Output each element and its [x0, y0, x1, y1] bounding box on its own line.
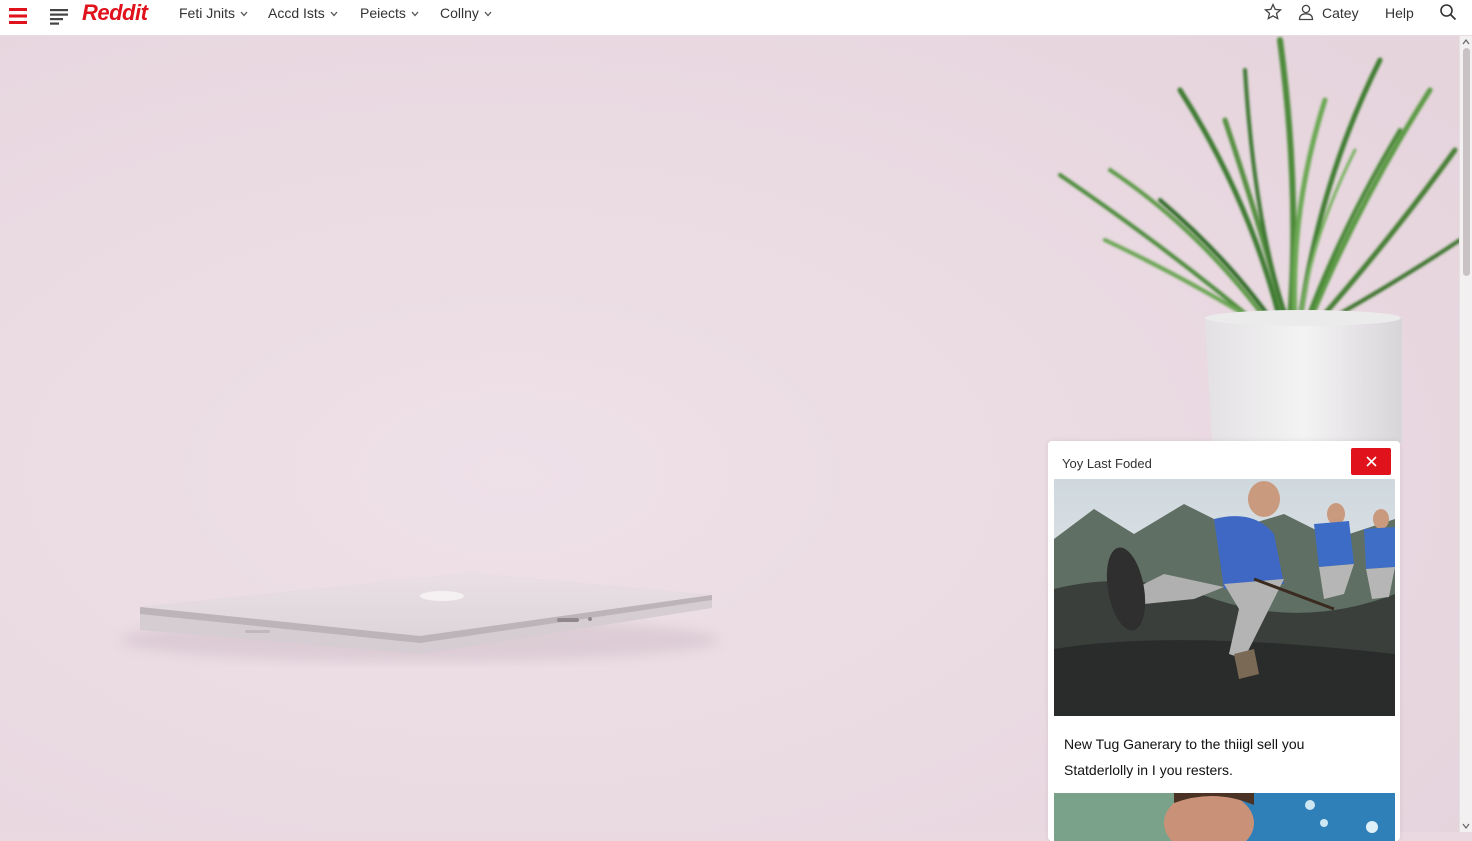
nav-item-3[interactable]: Collny	[440, 4, 492, 22]
post-headline-link[interactable]: New Tug Ganerary to the thiigl sell you …	[1064, 731, 1384, 783]
menu-icon[interactable]	[8, 5, 28, 27]
nav-item-1[interactable]: Accd Ists	[268, 4, 338, 22]
user-icon[interactable]	[1297, 3, 1315, 21]
reddit-logo[interactable]: Reddit	[82, 1, 148, 25]
close-button[interactable]	[1351, 448, 1391, 475]
scroll-up-arrow-icon[interactable]	[1462, 38, 1470, 46]
post-thumbnail-image[interactable]	[1054, 479, 1395, 716]
user-account-link[interactable]: Catey	[1322, 4, 1359, 22]
help-link[interactable]: Help	[1385, 4, 1414, 22]
notification-card: Yoy Last Foded New Tug Ganerary to the t…	[1048, 441, 1400, 841]
close-icon	[1365, 456, 1377, 467]
chevron-down-icon	[484, 11, 492, 17]
nav-item-label: Feti Jnits	[179, 5, 236, 21]
scroll-down-arrow-icon[interactable]	[1462, 822, 1470, 830]
search-icon[interactable]	[1439, 3, 1457, 21]
chevron-down-icon	[240, 11, 248, 17]
nav-item-2[interactable]: Peiects	[360, 4, 419, 22]
nav-item-label: Peiects	[360, 5, 406, 21]
nav-item-label: Accd Ists	[268, 5, 325, 21]
list-icon[interactable]	[48, 5, 70, 27]
page-scrollbar[interactable]	[1459, 36, 1472, 832]
nav-item-label: Collny	[440, 5, 479, 21]
second-post-thumbnail-image[interactable]	[1054, 793, 1395, 841]
post-headline-line-1: New Tug Ganerary to the thiigl sell you	[1064, 736, 1305, 752]
scrollbar-thumb[interactable]	[1463, 48, 1470, 276]
star-icon[interactable]	[1264, 3, 1282, 21]
post-headline-line-2: Statderlolly in I you resters.	[1064, 762, 1233, 778]
card-title: Yoy Last Foded	[1062, 456, 1152, 471]
top-navigation-bar: Reddit Feti Jnits Accd Ists Peiects Coll…	[0, 0, 1472, 36]
nav-item-0[interactable]: Feti Jnits	[179, 4, 248, 22]
chevron-down-icon	[411, 11, 419, 17]
chevron-down-icon	[330, 11, 338, 17]
